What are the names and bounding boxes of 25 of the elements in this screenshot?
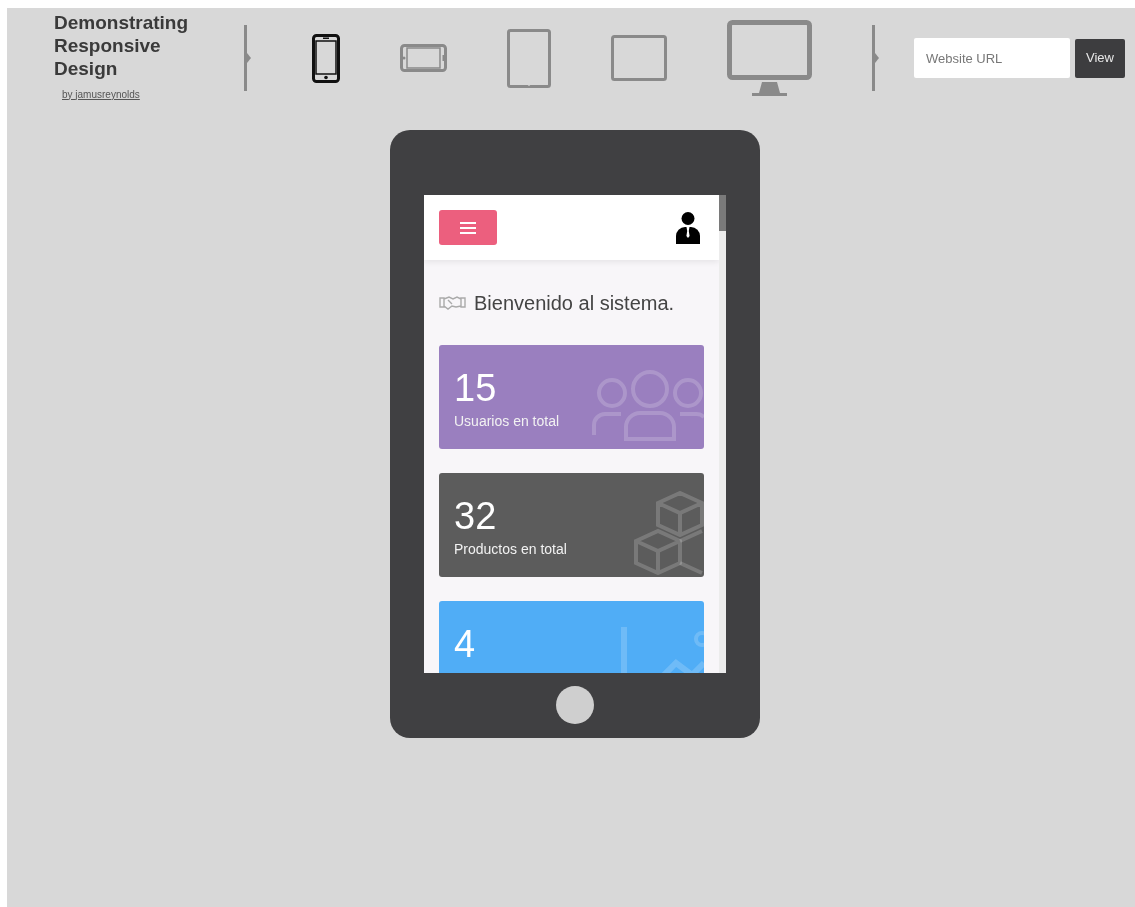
welcome-text: Bienvenido al sistema.	[474, 291, 675, 316]
stat-value: 32	[454, 495, 497, 537]
monitor-icon[interactable]	[727, 19, 812, 97]
stat-value: 15	[454, 367, 497, 409]
url-field[interactable]: Website URL	[914, 38, 1070, 78]
person-icon[interactable]	[676, 211, 700, 244]
tablet-icon[interactable]	[507, 28, 551, 88]
site-title: Demonstrating Responsive Design	[54, 11, 189, 79]
chart-icon	[620, 625, 704, 673]
stat-label: Usuarios en total	[454, 412, 560, 431]
phone-landscape-icon[interactable]	[400, 44, 447, 72]
menu-icon	[460, 221, 476, 234]
view-button[interactable]: View	[1075, 38, 1125, 78]
users-icon	[592, 369, 704, 441]
phone-icon[interactable]	[312, 33, 340, 83]
divider-arrow-icon	[872, 25, 880, 91]
tablet-landscape-icon[interactable]	[611, 35, 667, 81]
stat-label: Productos en total	[454, 540, 567, 559]
stat-value: 4	[454, 623, 476, 665]
home-button[interactable]	[556, 686, 594, 724]
author-link[interactable]: by jamusreynolds	[62, 88, 140, 100]
divider-arrow-icon	[244, 25, 252, 91]
menu-button[interactable]	[439, 210, 497, 245]
handshake-icon	[439, 296, 466, 310]
boxes-icon	[634, 491, 704, 575]
